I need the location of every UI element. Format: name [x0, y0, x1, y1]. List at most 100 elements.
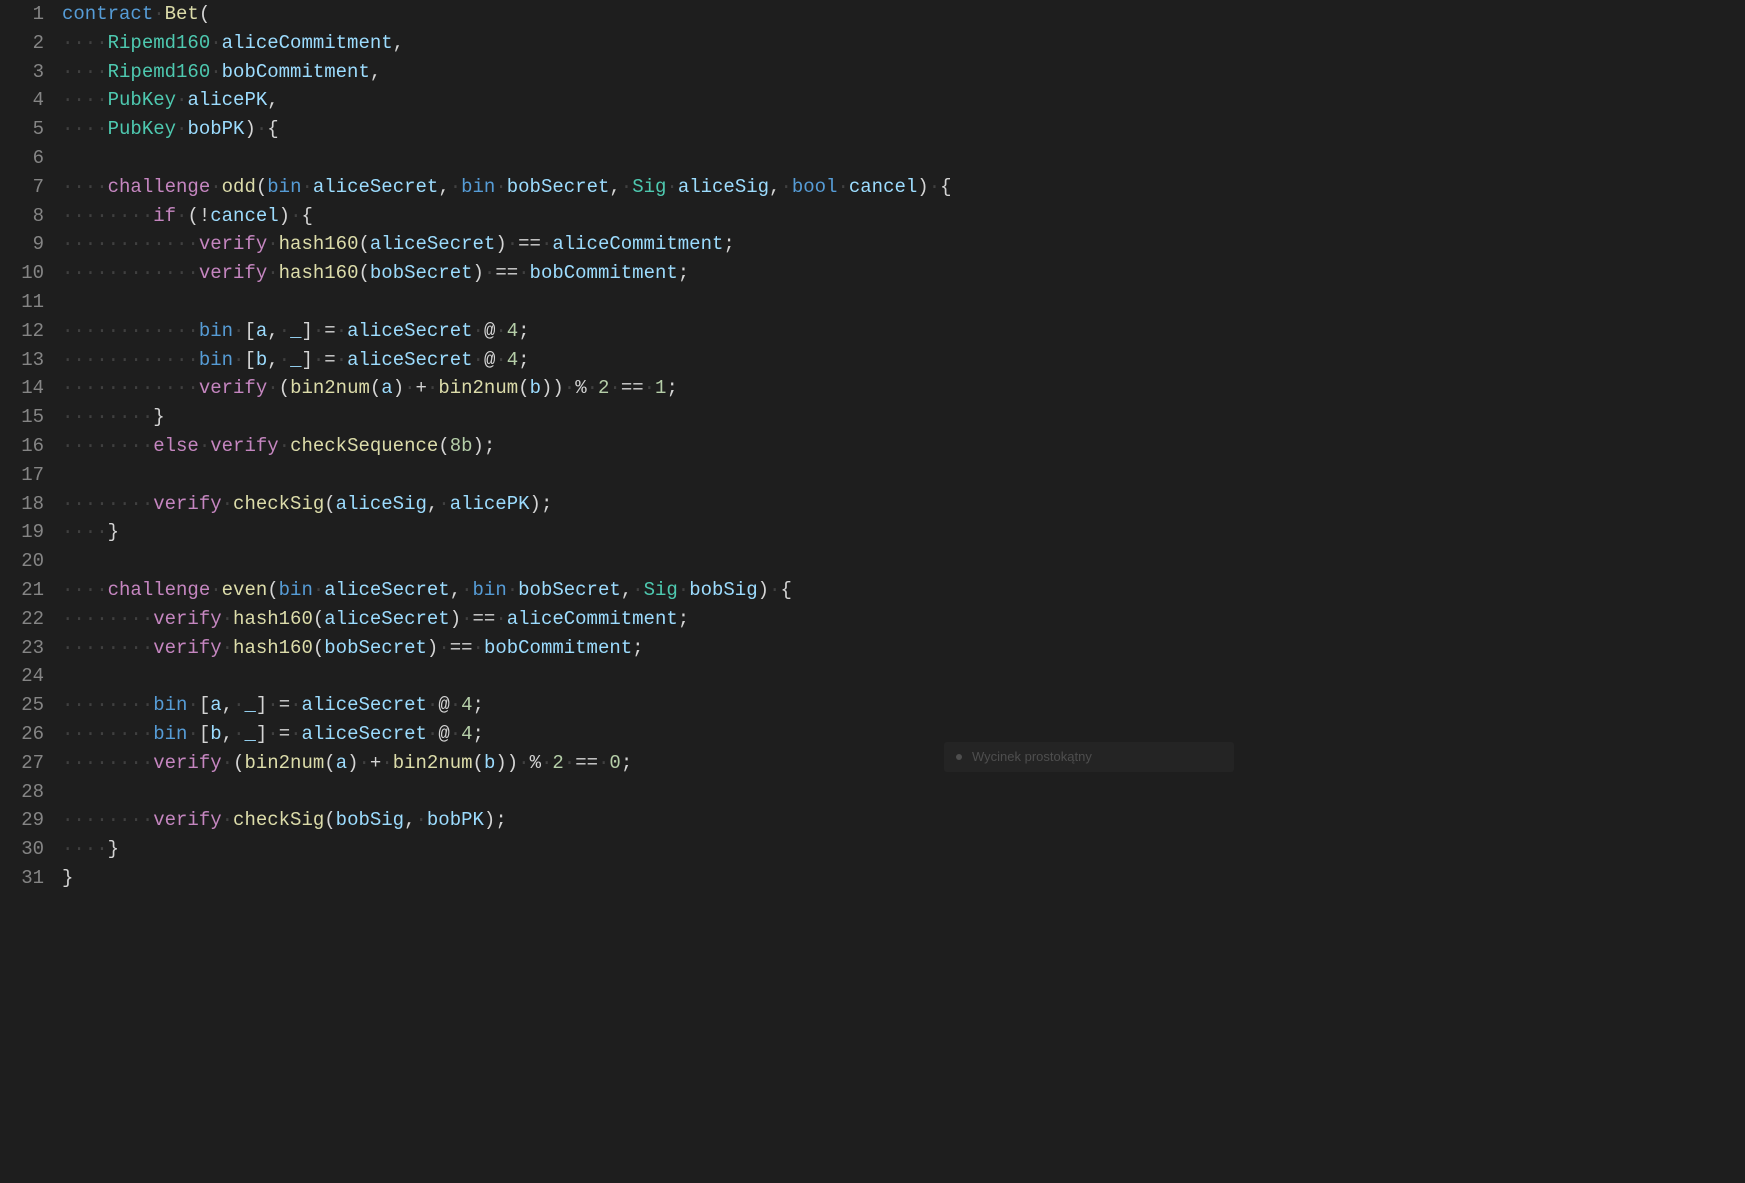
code-line[interactable]: ········}	[62, 403, 1745, 432]
token: ·	[473, 320, 484, 342]
token: bin	[461, 176, 495, 198]
code-line[interactable]: ····PubKey·bobPK)·{	[62, 115, 1745, 144]
token: ,	[222, 694, 233, 716]
token: a	[336, 752, 347, 774]
token: (	[313, 637, 324, 659]
code-line[interactable]: ····PubKey·alicePK,	[62, 86, 1745, 115]
token: b	[210, 723, 221, 745]
token: )	[552, 377, 563, 399]
token: verify	[153, 637, 221, 659]
code-area[interactable]: contract·Bet(····Ripemd160·aliceCommitme…	[62, 0, 1745, 1183]
token: )	[507, 752, 518, 774]
token: (	[199, 3, 210, 25]
token: bobSecret	[324, 637, 427, 659]
token: ,	[450, 579, 461, 601]
code-line[interactable]: ····}	[62, 835, 1745, 864]
code-line[interactable]: ····}	[62, 518, 1745, 547]
token: verify	[153, 752, 221, 774]
token: a	[381, 377, 392, 399]
token: (	[438, 435, 449, 457]
token: ==	[575, 752, 598, 774]
indent-whitespace: ····	[62, 89, 108, 111]
token: aliceCommitment	[507, 608, 678, 630]
token: PubKey	[108, 89, 176, 111]
code-line[interactable]: }	[62, 864, 1745, 893]
token: aliceSecret	[302, 723, 427, 745]
token: ·	[313, 320, 324, 342]
token: {	[940, 176, 951, 198]
code-line[interactable]	[62, 288, 1745, 317]
code-line[interactable]	[62, 662, 1745, 691]
code-line[interactable]: ········else·verify·checkSequence(8b);	[62, 432, 1745, 461]
token: ·	[336, 349, 347, 371]
code-line[interactable]: ····challenge·odd(bin·aliceSecret,·bin·b…	[62, 173, 1745, 202]
token: @	[484, 320, 495, 342]
code-line[interactable]: contract·Bet(	[62, 0, 1745, 29]
token: verify	[199, 262, 267, 284]
code-line[interactable]: ········verify·(bin2num(a)·+·bin2num(b))…	[62, 749, 1745, 778]
token: ·	[222, 752, 233, 774]
code-line[interactable]: ········verify·checkSig(aliceSig,·aliceP…	[62, 490, 1745, 519]
code-line[interactable]	[62, 778, 1745, 807]
token: hash160	[233, 608, 313, 630]
code-line[interactable]: ········bin·[b,·_]·=·aliceSecret·@·4;	[62, 720, 1745, 749]
code-line[interactable]: ········verify·checkSig(bobSig,·bobPK);	[62, 806, 1745, 835]
token: )	[495, 752, 506, 774]
code-line[interactable]: ············bin·[b,·_]·=·aliceSecret·@·4…	[62, 346, 1745, 375]
token: ,	[621, 579, 632, 601]
token: ·	[279, 320, 290, 342]
line-number: 5	[0, 115, 44, 144]
code-line[interactable]: ····Ripemd160·bobCommitment,	[62, 58, 1745, 87]
code-line[interactable]	[62, 144, 1745, 173]
token: ;	[632, 637, 643, 659]
token: )	[450, 608, 461, 630]
token: alicePK	[187, 89, 267, 111]
indent-whitespace: ········	[62, 809, 153, 831]
token: ,	[267, 89, 278, 111]
token: Sig	[632, 176, 666, 198]
line-number: 27	[0, 749, 44, 778]
code-line[interactable]: ········verify·hash160(bobSecret)·==·bob…	[62, 634, 1745, 663]
token: }	[108, 521, 119, 543]
token: =	[279, 723, 290, 745]
token: ·	[233, 694, 244, 716]
code-line[interactable]: ········bin·[a,·_]·=·aliceSecret·@·4;	[62, 691, 1745, 720]
code-line[interactable]	[62, 547, 1745, 576]
token: ·	[518, 262, 529, 284]
line-number: 15	[0, 403, 44, 432]
token: ;	[678, 608, 689, 630]
token: ·	[301, 176, 312, 198]
token: )	[473, 435, 484, 457]
token: 4	[461, 723, 472, 745]
token: ]	[256, 694, 267, 716]
token: aliceSecret	[370, 233, 495, 255]
token: (	[256, 176, 267, 198]
token: ·	[256, 118, 267, 140]
line-number: 23	[0, 634, 44, 663]
indent-whitespace: ········	[62, 435, 153, 457]
indent-whitespace: ····	[62, 176, 108, 198]
token: ,	[370, 61, 381, 83]
code-line[interactable]	[62, 461, 1745, 490]
line-number: 16	[0, 432, 44, 461]
token: ·	[233, 320, 244, 342]
token: }	[153, 406, 164, 428]
code-line[interactable]: ············verify·hash160(bobSecret)·==…	[62, 259, 1745, 288]
code-line[interactable]: ············verify·hash160(aliceSecret)·…	[62, 230, 1745, 259]
token: ;	[495, 809, 506, 831]
token: (	[324, 752, 335, 774]
code-line[interactable]: ············bin·[a,·_]·=·aliceSecret·@·4…	[62, 317, 1745, 346]
token: ·	[438, 637, 449, 659]
token: (	[370, 377, 381, 399]
token: checkSig	[233, 809, 324, 831]
code-line[interactable]: ····challenge·even(bin·aliceSecret,·bin·…	[62, 576, 1745, 605]
code-editor[interactable]: 1234567891011121314151617181920212223242…	[0, 0, 1745, 1183]
code-line[interactable]: ····Ripemd160·aliceCommitment,	[62, 29, 1745, 58]
code-line[interactable]: ············verify·(bin2num(a)·+·bin2num…	[62, 374, 1745, 403]
line-number: 7	[0, 173, 44, 202]
code-line[interactable]: ········verify·hash160(aliceSecret)·==·a…	[62, 605, 1745, 634]
token: challenge	[108, 176, 211, 198]
token: +	[416, 377, 427, 399]
indent-whitespace: ············	[62, 349, 199, 371]
code-line[interactable]: ········if·(!cancel)·{	[62, 202, 1745, 231]
